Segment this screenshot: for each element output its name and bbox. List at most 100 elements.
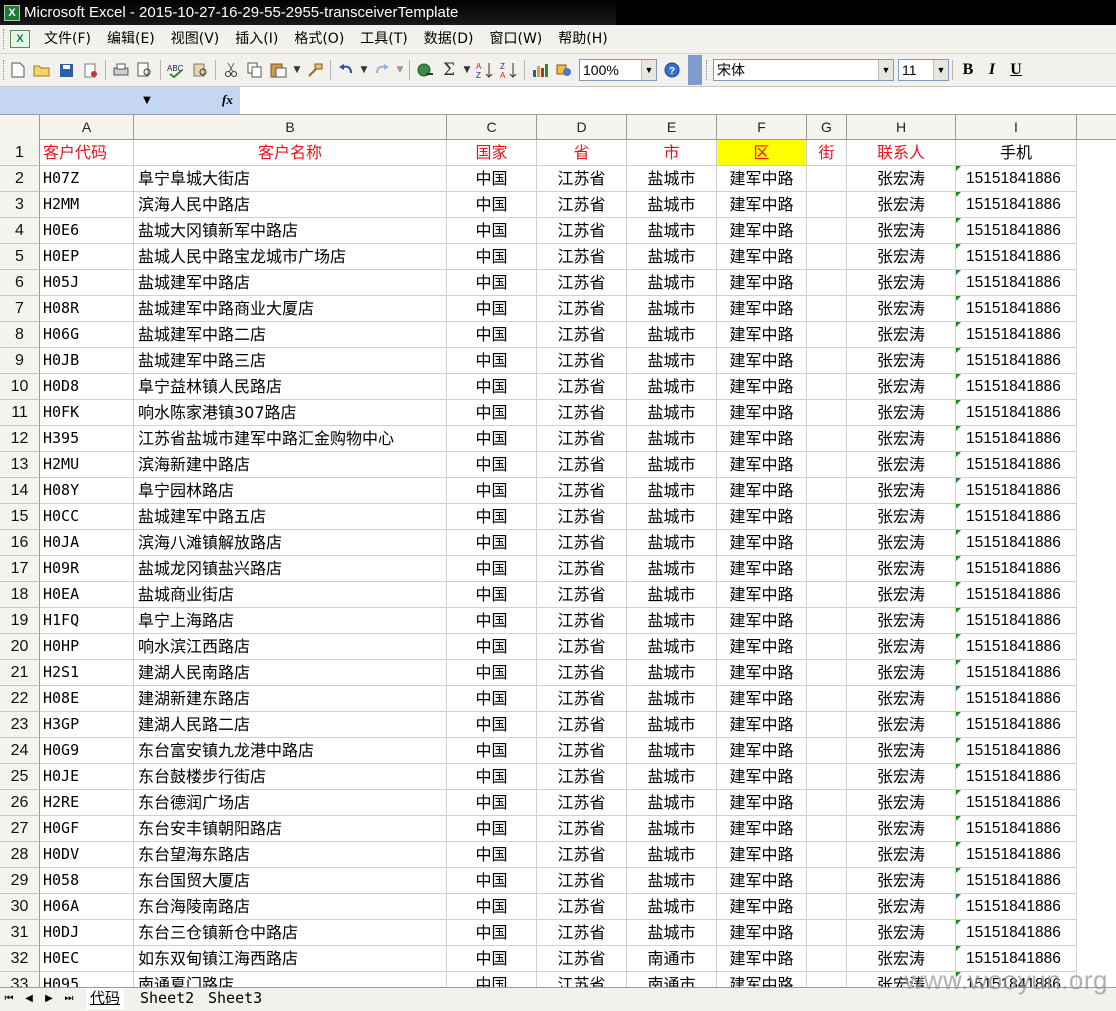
sheet-tab-code[interactable]: 代码	[86, 988, 125, 1009]
cell-phone[interactable]: 15151841886	[956, 816, 1077, 842]
header-cell-phone[interactable]: 手机	[956, 140, 1077, 166]
cell-contact[interactable]: 张宏涛	[847, 244, 956, 270]
cell-name[interactable]: 东台望海东路店	[134, 842, 447, 868]
column-header-g[interactable]: G	[807, 115, 847, 140]
error-indicator-icon[interactable]	[956, 426, 961, 431]
cell-phone[interactable]: 15151841886	[956, 686, 1077, 712]
error-indicator-icon[interactable]	[956, 608, 961, 613]
header-cell-province[interactable]: 省	[537, 140, 627, 166]
cell-province[interactable]: 江苏省	[537, 634, 627, 660]
error-indicator-icon[interactable]	[956, 504, 961, 509]
cell-country[interactable]: 中国	[447, 790, 537, 816]
cell-city[interactable]: 盐城市	[627, 192, 717, 218]
cell-province[interactable]: 江苏省	[537, 920, 627, 946]
cell-city[interactable]: 南通市	[627, 972, 717, 987]
cell-street[interactable]	[807, 530, 847, 556]
cell-contact[interactable]: 张宏涛	[847, 374, 956, 400]
cell-country[interactable]: 中国	[447, 712, 537, 738]
column-header-a[interactable]: A	[40, 115, 134, 140]
error-indicator-icon[interactable]	[956, 712, 961, 717]
column-header-h[interactable]: H	[847, 115, 956, 140]
cell-country[interactable]: 中国	[447, 608, 537, 634]
cell-street[interactable]	[807, 738, 847, 764]
error-indicator-icon[interactable]	[956, 400, 961, 405]
cell-district[interactable]: 建军中路	[717, 660, 807, 686]
error-indicator-icon[interactable]	[956, 452, 961, 457]
cell-province[interactable]: 江苏省	[537, 192, 627, 218]
cell-phone[interactable]: 15151841886	[956, 920, 1077, 946]
error-indicator-icon[interactable]	[956, 218, 961, 223]
cell-country[interactable]: 中国	[447, 634, 537, 660]
format-toolbar-grip-handle[interactable]	[706, 60, 709, 80]
menu-grip-handle[interactable]	[3, 29, 6, 49]
cell-name[interactable]: 建湖人民路二店	[134, 712, 447, 738]
cell-name[interactable]: 东台海陵南路店	[134, 894, 447, 920]
cell-district[interactable]: 建军中路	[717, 322, 807, 348]
cell-province[interactable]: 江苏省	[537, 426, 627, 452]
cell-street[interactable]	[807, 764, 847, 790]
cell-street[interactable]	[807, 972, 847, 987]
row-header[interactable]: 13	[0, 452, 40, 478]
first-sheet-icon[interactable]: ⏮	[2, 991, 16, 1007]
cell-code[interactable]: H0G9	[40, 738, 134, 764]
cell-city[interactable]: 盐城市	[627, 790, 717, 816]
help-icon[interactable]: ?	[661, 59, 683, 81]
redo-icon[interactable]	[371, 59, 393, 81]
cell-city[interactable]: 盐城市	[627, 868, 717, 894]
excel-app-icon[interactable]: X	[4, 4, 20, 21]
row-header[interactable]: 28	[0, 842, 40, 868]
row-header[interactable]: 8	[0, 322, 40, 348]
menu-view[interactable]: 视图(V)	[163, 28, 228, 50]
cell-contact[interactable]: 张宏涛	[847, 816, 956, 842]
cell-province[interactable]: 江苏省	[537, 608, 627, 634]
error-indicator-icon[interactable]	[956, 296, 961, 301]
cell-name[interactable]: 盐城建军中路商业大厦店	[134, 296, 447, 322]
redo-dropdown-chevron-down-icon[interactable]: ▼	[395, 59, 405, 81]
cell-code[interactable]: H07Z	[40, 166, 134, 192]
cell-province[interactable]: 江苏省	[537, 374, 627, 400]
error-indicator-icon[interactable]	[956, 686, 961, 691]
cell-district[interactable]: 建军中路	[717, 946, 807, 972]
cell-name[interactable]: 东台富安镇九龙港中路店	[134, 738, 447, 764]
cell-name[interactable]: 如东双甸镇江海西路店	[134, 946, 447, 972]
cell-phone[interactable]: 15151841886	[956, 660, 1077, 686]
cell-contact[interactable]: 张宏涛	[847, 738, 956, 764]
select-all-corner[interactable]	[0, 115, 40, 140]
copy-icon[interactable]	[244, 59, 266, 81]
cell-name[interactable]: 盐城大冈镇新军中路店	[134, 218, 447, 244]
cell-street[interactable]	[807, 374, 847, 400]
row-header[interactable]: 33	[0, 972, 40, 987]
row-header[interactable]: 26	[0, 790, 40, 816]
cell-province[interactable]: 江苏省	[537, 166, 627, 192]
cell-code[interactable]: H06A	[40, 894, 134, 920]
cell-street[interactable]	[807, 712, 847, 738]
cell-country[interactable]: 中国	[447, 764, 537, 790]
cell-city[interactable]: 盐城市	[627, 920, 717, 946]
cell-phone[interactable]: 15151841886	[956, 608, 1077, 634]
toolbar-overflow-chevron-icon[interactable]	[688, 55, 702, 85]
cell-contact[interactable]: 张宏涛	[847, 764, 956, 790]
cell-city[interactable]: 盐城市	[627, 270, 717, 296]
cell-contact[interactable]: 张宏涛	[847, 686, 956, 712]
last-sheet-icon[interactable]: ⏭	[62, 991, 76, 1007]
cell-province[interactable]: 江苏省	[537, 296, 627, 322]
cell-code[interactable]: H1FQ	[40, 608, 134, 634]
row-header[interactable]: 18	[0, 582, 40, 608]
research-icon[interactable]	[189, 59, 211, 81]
row-header[interactable]: 19	[0, 608, 40, 634]
italic-button[interactable]: I	[980, 59, 1004, 81]
cell-phone[interactable]: 15151841886	[956, 192, 1077, 218]
cell-country[interactable]: 中国	[447, 478, 537, 504]
cell-district[interactable]: 建军中路	[717, 348, 807, 374]
next-sheet-icon[interactable]: ▶	[42, 991, 56, 1007]
cell-country[interactable]: 中国	[447, 972, 537, 987]
cell-city[interactable]: 盐城市	[627, 816, 717, 842]
cell-province[interactable]: 江苏省	[537, 712, 627, 738]
row-header[interactable]: 31	[0, 920, 40, 946]
error-indicator-icon[interactable]	[956, 192, 961, 197]
cell-code[interactable]: H06G	[40, 322, 134, 348]
cell-district[interactable]: 建军中路	[717, 244, 807, 270]
cell-name[interactable]: 盐城人民中路宝龙城市广场店	[134, 244, 447, 270]
cell-phone[interactable]: 15151841886	[956, 322, 1077, 348]
sort-ascending-icon[interactable]: AZ	[474, 59, 496, 81]
